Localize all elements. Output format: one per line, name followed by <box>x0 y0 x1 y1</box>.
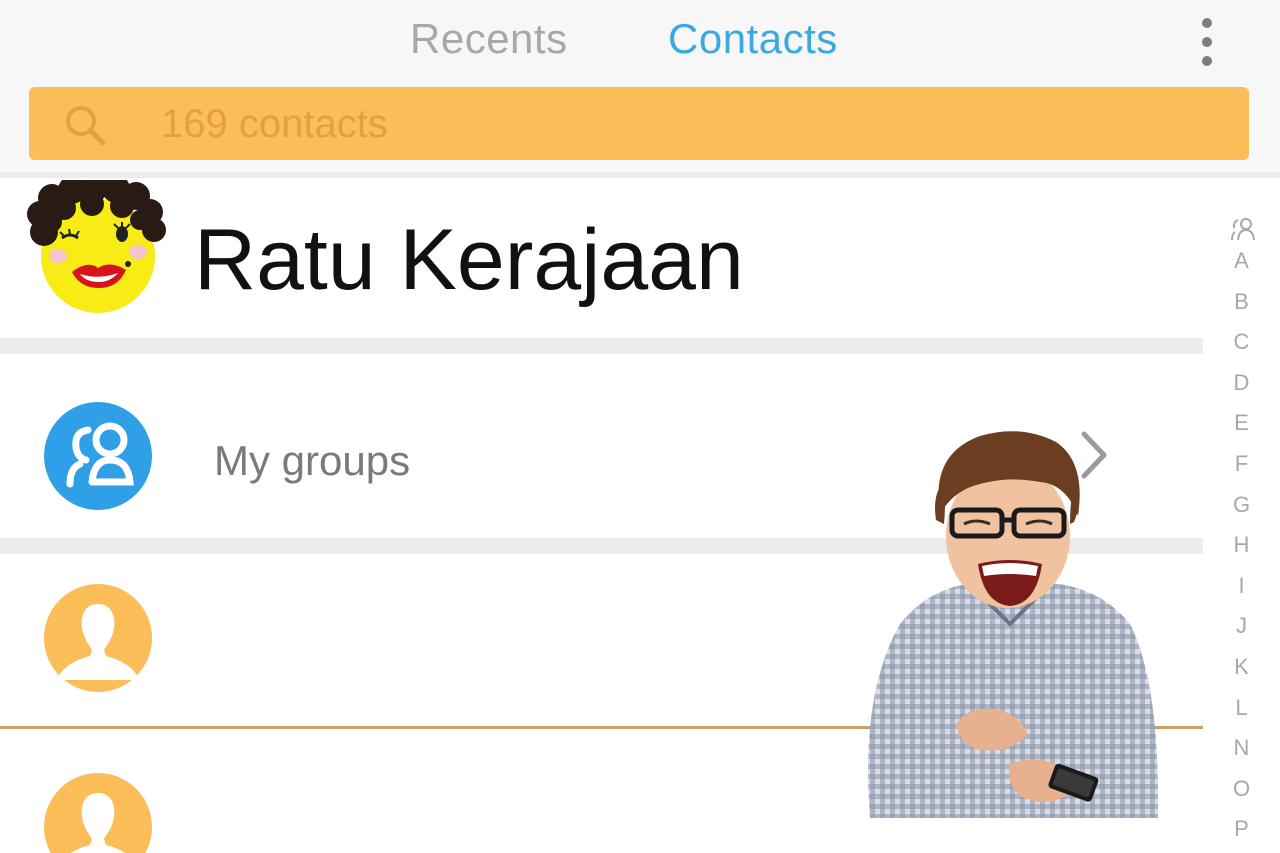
alphabet-letter-n[interactable]: N <box>1203 735 1280 761</box>
alphabet-letter-k[interactable]: K <box>1203 654 1280 680</box>
alphabet-letter-f[interactable]: F <box>1203 451 1280 477</box>
my-groups-label: My groups <box>214 437 411 484</box>
alphabet-letter-j[interactable]: J <box>1203 613 1280 639</box>
alphabet-letter-a[interactable]: A <box>1203 248 1280 274</box>
alphabet-letter-e[interactable]: E <box>1203 410 1280 436</box>
alphabet-letter-l[interactable]: L <box>1203 695 1280 721</box>
search-icon <box>66 106 106 146</box>
laughing-man-with-phone-image <box>868 431 1159 818</box>
menu-dot <box>1202 56 1212 66</box>
tab-recents[interactable]: Recents <box>410 14 568 64</box>
alphabet-letter-d[interactable]: D <box>1203 370 1280 396</box>
tab-contacts[interactable]: Contacts <box>668 14 838 64</box>
alphabet-letter-h[interactable]: H <box>1203 532 1280 558</box>
person-placeholder-icon <box>44 773 152 853</box>
alphabet-letter-o[interactable]: O <box>1203 776 1280 802</box>
profile-name: Ratu Kerajaan <box>194 212 744 308</box>
menu-dot <box>1202 37 1212 47</box>
top-tab-bar: Recents Contacts <box>0 0 1280 80</box>
person-placeholder-icon <box>44 584 152 692</box>
alphabet-index[interactable]: ABCDEFGHIJKLNOP <box>1203 178 1280 853</box>
alphabet-letter-p[interactable]: P <box>1203 816 1280 842</box>
groups-icon <box>44 402 152 510</box>
alphabet-letter-g[interactable]: G <box>1203 492 1280 518</box>
alphabet-letter-b[interactable]: B <box>1203 289 1280 315</box>
profile-row[interactable]: Ratu Kerajaan <box>0 178 1203 338</box>
section-separator <box>0 338 1203 354</box>
search-placeholder: 169 contacts <box>161 102 388 146</box>
groups-small-icon[interactable] <box>1229 216 1257 242</box>
alphabet-letter-i[interactable]: I <box>1203 573 1280 599</box>
more-vertical-icon[interactable] <box>1190 12 1224 72</box>
search-area: 169 contacts <box>0 80 1280 172</box>
alphabet-letter-c[interactable]: C <box>1203 329 1280 355</box>
cartoon-face-avatar <box>27 180 166 313</box>
search-input[interactable]: 169 contacts <box>29 87 1249 160</box>
menu-dot <box>1202 18 1212 28</box>
